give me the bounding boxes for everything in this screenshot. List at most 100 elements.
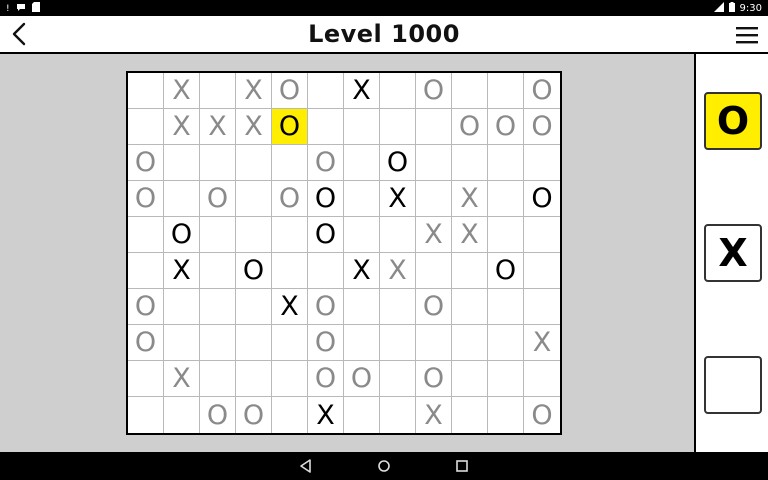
board-cell-r5-c1[interactable]: X [164, 253, 200, 289]
board-cell-r1-c6[interactable] [344, 109, 380, 145]
board-cell-r6-c3[interactable] [236, 289, 272, 325]
board-cell-r1-c10[interactable]: O [488, 109, 524, 145]
board-cell-r9-c0[interactable] [128, 397, 164, 433]
select-x-button[interactable]: X [704, 224, 762, 282]
board-cell-r9-c4[interactable] [272, 397, 308, 433]
board-cell-r4-c8[interactable]: X [416, 217, 452, 253]
nav-home-button[interactable] [376, 458, 392, 474]
nav-back-button[interactable] [298, 458, 314, 474]
board-cell-r1-c1[interactable]: X [164, 109, 200, 145]
board-cell-r1-c5[interactable] [308, 109, 344, 145]
board-cell-r2-c3[interactable] [236, 145, 272, 181]
board-cell-r0-c5[interactable] [308, 73, 344, 109]
board-cell-r0-c1[interactable]: X [164, 73, 200, 109]
board-cell-r2-c8[interactable] [416, 145, 452, 181]
board-cell-r2-c10[interactable] [488, 145, 524, 181]
board-cell-r1-c9[interactable]: O [452, 109, 488, 145]
board-cell-r9-c2[interactable]: O [200, 397, 236, 433]
board-cell-r5-c11[interactable] [524, 253, 560, 289]
board-cell-r3-c8[interactable] [416, 181, 452, 217]
select-empty-button[interactable] [704, 356, 762, 414]
board-cell-r0-c3[interactable]: X [236, 73, 272, 109]
board-cell-r0-c6[interactable]: X [344, 73, 380, 109]
board-cell-r0-c8[interactable]: O [416, 73, 452, 109]
board-cell-r5-c9[interactable] [452, 253, 488, 289]
board-cell-r7-c7[interactable] [380, 325, 416, 361]
board-cell-r6-c9[interactable] [452, 289, 488, 325]
board-cell-r6-c1[interactable] [164, 289, 200, 325]
board-cell-r6-c8[interactable]: O [416, 289, 452, 325]
board-cell-r4-c2[interactable] [200, 217, 236, 253]
board-cell-r5-c8[interactable] [416, 253, 452, 289]
board-cell-r6-c0[interactable]: O [128, 289, 164, 325]
board-cell-r0-c4[interactable]: O [272, 73, 308, 109]
board-cell-r7-c5[interactable]: O [308, 325, 344, 361]
board-cell-r8-c5[interactable]: O [308, 361, 344, 397]
board-cell-r5-c4[interactable] [272, 253, 308, 289]
board-cell-r7-c4[interactable] [272, 325, 308, 361]
board-cell-r4-c0[interactable] [128, 217, 164, 253]
board-cell-r2-c2[interactable] [200, 145, 236, 181]
board-cell-r9-c6[interactable] [344, 397, 380, 433]
board-cell-r9-c10[interactable] [488, 397, 524, 433]
board-cell-r9-c7[interactable] [380, 397, 416, 433]
board-cell-r3-c11[interactable]: O [524, 181, 560, 217]
select-o-button[interactable]: O [704, 92, 762, 150]
board-cell-r6-c7[interactable] [380, 289, 416, 325]
board-cell-r4-c4[interactable] [272, 217, 308, 253]
board-cell-r9-c1[interactable] [164, 397, 200, 433]
board-cell-r7-c9[interactable] [452, 325, 488, 361]
board-cell-r1-c7[interactable] [380, 109, 416, 145]
board-cell-r0-c11[interactable]: O [524, 73, 560, 109]
board-cell-r5-c10[interactable]: O [488, 253, 524, 289]
board-cell-r3-c2[interactable]: O [200, 181, 236, 217]
board-cell-r9-c11[interactable]: O [524, 397, 560, 433]
board-cell-r8-c2[interactable] [200, 361, 236, 397]
board-cell-r6-c5[interactable]: O [308, 289, 344, 325]
board-cell-r7-c11[interactable]: X [524, 325, 560, 361]
board-cell-r2-c7[interactable]: O [380, 145, 416, 181]
board-cell-r2-c0[interactable]: O [128, 145, 164, 181]
board-cell-r8-c9[interactable] [452, 361, 488, 397]
board-cell-r5-c6[interactable]: X [344, 253, 380, 289]
board-cell-r8-c1[interactable]: X [164, 361, 200, 397]
board-cell-r7-c1[interactable] [164, 325, 200, 361]
board-cell-r4-c5[interactable]: O [308, 217, 344, 253]
board-cell-r3-c1[interactable] [164, 181, 200, 217]
board-cell-r5-c5[interactable] [308, 253, 344, 289]
board-cell-r2-c11[interactable] [524, 145, 560, 181]
board-cell-r1-c4[interactable]: O [272, 109, 308, 145]
board-cell-r4-c9[interactable]: X [452, 217, 488, 253]
board-cell-r3-c5[interactable]: O [308, 181, 344, 217]
board-cell-r6-c10[interactable] [488, 289, 524, 325]
board-cell-r4-c10[interactable] [488, 217, 524, 253]
board-cell-r8-c7[interactable] [380, 361, 416, 397]
board-cell-r0-c10[interactable] [488, 73, 524, 109]
board-cell-r2-c5[interactable]: O [308, 145, 344, 181]
board-cell-r5-c7[interactable]: X [380, 253, 416, 289]
board-cell-r3-c3[interactable] [236, 181, 272, 217]
board-cell-r7-c10[interactable] [488, 325, 524, 361]
board-cell-r8-c6[interactable]: O [344, 361, 380, 397]
board-cell-r3-c10[interactable] [488, 181, 524, 217]
board-cell-r8-c8[interactable]: O [416, 361, 452, 397]
board-cell-r6-c11[interactable] [524, 289, 560, 325]
board-cell-r3-c6[interactable] [344, 181, 380, 217]
board-cell-r3-c7[interactable]: X [380, 181, 416, 217]
board-cell-r3-c4[interactable]: O [272, 181, 308, 217]
board-cell-r3-c9[interactable]: X [452, 181, 488, 217]
board-cell-r6-c4[interactable]: X [272, 289, 308, 325]
board-cell-r4-c1[interactable]: O [164, 217, 200, 253]
board-cell-r1-c11[interactable]: O [524, 109, 560, 145]
board-cell-r6-c6[interactable] [344, 289, 380, 325]
board-cell-r0-c2[interactable] [200, 73, 236, 109]
board-cell-r7-c3[interactable] [236, 325, 272, 361]
board-cell-r0-c0[interactable] [128, 73, 164, 109]
board-cell-r7-c0[interactable]: O [128, 325, 164, 361]
board-cell-r7-c6[interactable] [344, 325, 380, 361]
board-cell-r9-c8[interactable]: X [416, 397, 452, 433]
board-cell-r1-c8[interactable] [416, 109, 452, 145]
board-cell-r9-c3[interactable]: O [236, 397, 272, 433]
board-cell-r5-c3[interactable]: O [236, 253, 272, 289]
board-cell-r4-c11[interactable] [524, 217, 560, 253]
